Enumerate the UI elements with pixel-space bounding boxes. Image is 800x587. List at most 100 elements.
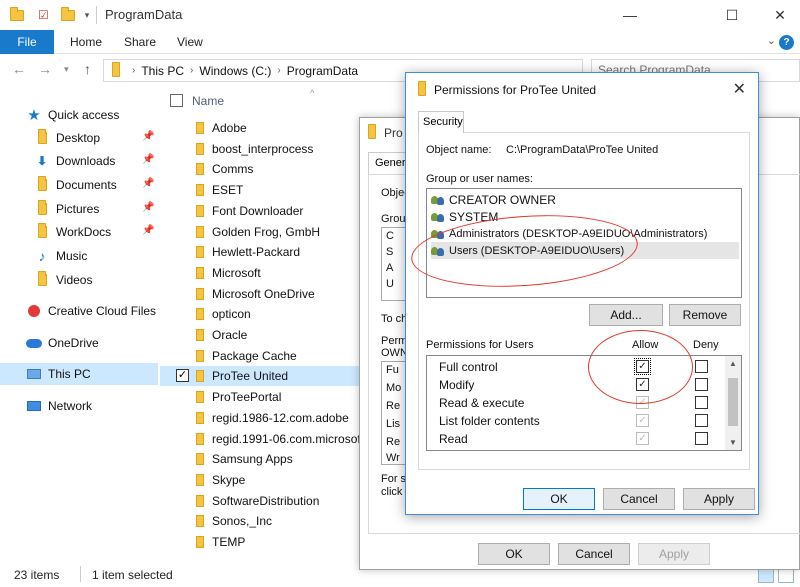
permissions-grid: Full control ✓ Modify ✓ Read & execute ✓…	[426, 355, 742, 451]
large-icons-view-icon[interactable]	[778, 568, 794, 583]
pin-icon[interactable]: 📌	[142, 202, 154, 213]
folder-icon	[196, 142, 204, 155]
pin-icon[interactable]: 📌	[142, 131, 154, 142]
scroll-up-icon[interactable]: ▲	[729, 359, 737, 368]
help-icon[interactable]: ?	[779, 35, 794, 50]
close-button[interactable]: ✕	[760, 4, 800, 26]
cancel-button[interactable]: Cancel	[603, 488, 675, 510]
file-name: opticon	[212, 307, 251, 322]
documents-icon	[34, 176, 50, 192]
pin-icon[interactable]: 📌	[142, 154, 154, 165]
tab-security[interactable]: Security	[418, 111, 464, 133]
deny-checkbox-list-folder[interactable]	[695, 414, 708, 427]
details-view-icon[interactable]	[758, 568, 774, 583]
expand-ribbon-icon[interactable]: ⌄	[767, 34, 776, 47]
object-name-label: Object name:	[426, 144, 492, 156]
file-name: ProTee United	[212, 369, 289, 384]
allow-checkbox-modify[interactable]: ✓	[636, 378, 649, 391]
column-name-header[interactable]: Name	[192, 94, 224, 108]
folder-icon	[196, 432, 204, 445]
add-button[interactable]: Add...	[589, 304, 663, 326]
users-group-icon	[431, 245, 445, 257]
nav-onedrive[interactable]: OneDrive	[26, 332, 99, 354]
selection-count: 1 item selected	[92, 568, 173, 582]
tab-view[interactable]: View	[177, 30, 203, 54]
properties-icon[interactable]: ☑	[38, 8, 49, 22]
folder-icon	[368, 124, 376, 139]
nav-workdocs[interactable]: WorkDocs	[34, 221, 111, 243]
file-name: Samsung Apps	[212, 452, 293, 467]
user-users[interactable]: Users (DESKTOP-A9EIDUO\Users)	[431, 242, 739, 259]
permissions-scrollbar[interactable]: ▲ ▼	[725, 356, 741, 450]
ok-button[interactable]: OK	[523, 488, 595, 510]
nav-documents[interactable]: Documents	[34, 174, 117, 196]
perm-row-list-folder: List folder contents ✓	[427, 412, 727, 430]
file-name: SoftwareDistribution	[212, 493, 320, 508]
close-icon[interactable]: ✕	[733, 79, 746, 99]
user-label: CREATOR OWNER	[449, 192, 556, 207]
tab-home[interactable]: Home	[70, 30, 102, 54]
user-administrators[interactable]: Administrators (DESKTOP-A9EIDUO\Administ…	[431, 225, 739, 242]
tab-share[interactable]: Share	[124, 30, 156, 54]
nav-desktop[interactable]: Desktop	[34, 127, 100, 149]
up-icon[interactable]: ↑	[84, 61, 91, 77]
tab-file[interactable]: File	[0, 30, 54, 54]
apply-button[interactable]: Apply	[683, 488, 755, 510]
folder-icon	[196, 536, 204, 548]
new-folder-icon[interactable]	[60, 6, 75, 21]
breadcrumb-this-pc[interactable]: This PC	[141, 64, 184, 78]
users-group-icon	[431, 228, 445, 240]
pin-icon[interactable]: 📌	[142, 225, 154, 236]
pictures-icon	[34, 200, 50, 216]
remove-button[interactable]: Remove	[669, 304, 741, 326]
apply-button[interactable]: Apply	[638, 543, 710, 565]
nav-videos[interactable]: Videos	[34, 269, 92, 291]
nav-pictures[interactable]: Pictures	[34, 198, 99, 220]
back-icon[interactable]: ←	[12, 61, 26, 77]
user-creator-owner[interactable]: CREATOR OWNER	[431, 191, 739, 208]
owner-label: OWN	[381, 347, 408, 359]
forward-icon[interactable]: →	[38, 61, 52, 77]
users-group-icon	[431, 211, 445, 223]
user-label: Users (DESKTOP-A9EIDUO\Users)	[449, 244, 625, 257]
perm-row-read-execute: Read & execute ✓	[427, 394, 727, 412]
scroll-down-icon[interactable]: ▼	[729, 438, 737, 447]
nav-creative-cloud[interactable]: Creative Cloud Files	[26, 300, 156, 322]
ok-button[interactable]: OK	[478, 543, 550, 565]
maximize-button[interactable]: ☐	[712, 4, 752, 26]
perm-row-full-control: Full control ✓	[427, 358, 727, 376]
deny-checkbox-full-control[interactable]	[695, 360, 708, 373]
qat-dropdown-icon[interactable]: ▾	[85, 10, 90, 21]
file-name: ESET	[212, 183, 244, 198]
pin-icon[interactable]: 📌	[142, 178, 154, 189]
deny-checkbox-read[interactable]	[695, 432, 708, 445]
user-label: Administrators (DESKTOP-A9EIDUO\Administ…	[449, 227, 708, 240]
nav-quick-access[interactable]: ★ Quick access	[26, 104, 119, 126]
row-checkbox[interactable]: ✓	[176, 369, 189, 383]
select-all-checkbox[interactable]	[170, 94, 183, 107]
perm-name: List folder contents	[439, 414, 540, 428]
scroll-thumb[interactable]	[728, 378, 738, 426]
recent-locations-icon[interactable]: ▾	[64, 64, 69, 75]
file-name: Golden Frog, GmbH	[212, 224, 321, 239]
user-initial: S	[386, 246, 394, 258]
nav-music[interactable]: ♪ Music	[34, 245, 88, 267]
perm-initial: Mo	[386, 382, 402, 394]
minimize-button[interactable]: —	[610, 4, 650, 26]
allow-checkbox-full-control[interactable]: ✓	[634, 358, 651, 375]
deny-checkbox-read-execute[interactable]	[695, 396, 708, 409]
breadcrumb-programdata[interactable]: ProgramData	[287, 64, 358, 78]
deny-checkbox-modify[interactable]	[695, 378, 708, 391]
cancel-button[interactable]: Cancel	[558, 543, 630, 565]
user-list[interactable]: CREATOR OWNER SYSTEM Administrators (DES…	[426, 188, 742, 298]
title-bar: ☑ ▾ ProgramData — ☐ ✕	[0, 0, 800, 30]
file-name: ProTeePortal	[212, 390, 282, 405]
perm-name: Modify	[439, 378, 475, 392]
folder-icon	[196, 287, 204, 300]
breadcrumb-windows-c[interactable]: Windows (C:)	[199, 64, 271, 78]
nav-this-pc[interactable]: This PC	[0, 363, 158, 385]
nav-downloads[interactable]: ⬇ Downloads	[34, 150, 115, 172]
nav-network[interactable]: Network	[26, 395, 92, 417]
user-system[interactable]: SYSTEM	[431, 208, 739, 225]
perm-name: Read & execute	[439, 396, 525, 410]
